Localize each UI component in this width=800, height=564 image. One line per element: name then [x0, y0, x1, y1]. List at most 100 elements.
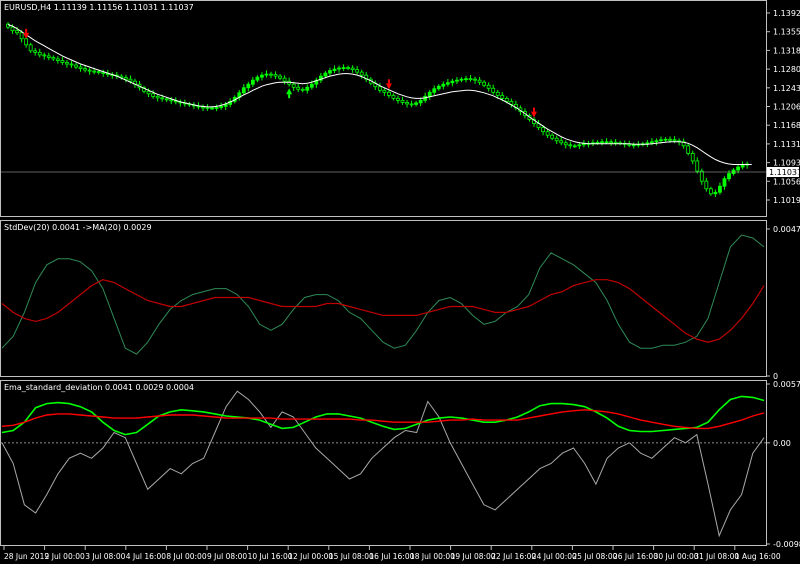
candle-body — [151, 93, 156, 97]
candle-body — [482, 81, 487, 86]
candle-body — [337, 67, 341, 70]
candle-body — [550, 134, 555, 139]
candle-body — [581, 143, 586, 146]
time-tick-label: 2 Jul 00:00 — [45, 552, 85, 561]
candle-body — [355, 69, 360, 73]
candle-body — [473, 78, 477, 81]
candle-body — [46, 55, 51, 58]
time-tick-label: 12 Jul 00:00 — [288, 552, 333, 561]
stddev-line — [1, 234, 765, 355]
candle-body — [19, 32, 24, 40]
moving-average-line — [7, 24, 752, 165]
candle-body — [305, 86, 310, 91]
candle-body — [83, 68, 87, 71]
price-tick-label: 1.12430 — [773, 84, 800, 93]
candle-body — [87, 69, 92, 72]
candle-body — [491, 87, 496, 93]
candle-body — [219, 106, 224, 108]
candle-body — [15, 30, 19, 34]
candle-body — [382, 89, 387, 93]
price-tick-label: 1.10930 — [773, 159, 800, 168]
candle-body — [468, 78, 473, 81]
candle-body — [450, 80, 455, 84]
candle-body — [155, 95, 160, 99]
candle-body — [160, 97, 165, 100]
time-tick-label: 31 Jul 08:00 — [694, 552, 739, 561]
ema-green-line — [1, 395, 765, 436]
candle-body — [309, 83, 314, 88]
candle-body — [37, 52, 42, 56]
ema-tick-label: 0.0057 — [773, 380, 800, 389]
current-price-marker: 1.11037 — [0, 167, 800, 177]
price-moving-average — [7, 24, 752, 165]
candle-body — [396, 97, 400, 101]
candle-body — [627, 143, 632, 146]
stddev-tick-label: 0.0047 — [773, 225, 800, 234]
candle-body — [51, 57, 56, 60]
candle-body — [686, 145, 691, 154]
candle-body — [291, 83, 296, 88]
candle-body — [92, 70, 97, 73]
candle-body — [42, 54, 47, 57]
price-tick-label: 1.10190 — [773, 196, 800, 205]
candle-body — [332, 68, 337, 71]
candle-body — [563, 142, 568, 146]
price-tick-label: 1.11680 — [773, 121, 800, 130]
candle-body — [545, 131, 550, 136]
candle-body — [663, 138, 668, 141]
candle-body — [486, 84, 491, 89]
candle-body — [405, 101, 409, 105]
candle-body — [722, 178, 727, 187]
time-tick-label: 25 Jul 08:00 — [572, 552, 617, 561]
sell-arrow-shaft — [387, 79, 390, 84]
candle-body — [96, 71, 101, 73]
price-tick-label: 1.13920 — [773, 9, 800, 18]
candle-body — [391, 94, 396, 99]
ema-panel-frame — [0, 380, 767, 546]
candle-body — [645, 142, 650, 145]
candle-body — [414, 102, 419, 105]
candle-body — [123, 77, 128, 80]
candle-body — [736, 166, 740, 171]
candle-body — [740, 164, 745, 168]
time-tick-label: 1 Aug 16:00 — [735, 552, 781, 561]
candle-body — [269, 73, 273, 76]
stddev-axis: 0.00470 — [766, 225, 800, 381]
candle-body — [214, 107, 219, 109]
candle-body — [33, 50, 38, 53]
price-tick-label: 1.11310 — [773, 140, 800, 149]
ema-tick-label: 0.00 — [773, 439, 791, 448]
ema-tick-label: -0.0098 — [773, 540, 800, 549]
candle-body — [328, 70, 332, 74]
time-axis: 28 Jun 20192 Jul 00:00 3 Jul 08:00 4 Jul 1… — [3, 546, 781, 561]
candle-body — [241, 87, 246, 94]
stddev-series — [1, 234, 765, 355]
candle-body — [346, 67, 350, 69]
candle-body — [554, 137, 559, 142]
candle-body — [146, 90, 151, 95]
candle-body — [201, 106, 205, 109]
candle-body — [169, 99, 174, 102]
time-tick-label: 24 Jul 00:00 — [532, 552, 577, 561]
candlestick-series — [6, 22, 750, 198]
price-tick-label: 1.12060 — [773, 103, 800, 112]
time-tick-label: 4 Jul 16:00 — [126, 552, 166, 561]
candle-body — [504, 97, 509, 102]
price-tick-label: 1.13180 — [773, 46, 800, 55]
candle-body — [69, 63, 74, 66]
time-tick-label: 16 Jul 16:00 — [369, 552, 414, 561]
candle-body — [659, 139, 663, 142]
candle-body — [387, 91, 391, 96]
candle-body — [572, 145, 577, 148]
candle-body — [359, 71, 364, 76]
buy-arrow-icon — [286, 88, 293, 95]
candle-body — [727, 173, 731, 180]
candle-body — [495, 91, 500, 96]
chart-window[interactable]: EURUSD,H4 1.11139 1.11156 1.11031 1.1103… — [0, 0, 800, 564]
candle-body — [128, 78, 133, 82]
time-tick-label: 3 Jul 08:00 — [85, 552, 125, 561]
candle-body — [300, 88, 305, 91]
price-tick-label: 1.10560 — [773, 177, 800, 186]
chart-canvas[interactable]: EURUSD,H4 1.11139 1.11156 1.11031 1.1103… — [0, 0, 800, 564]
time-tick-label: 30 Jul 00:00 — [654, 552, 699, 561]
